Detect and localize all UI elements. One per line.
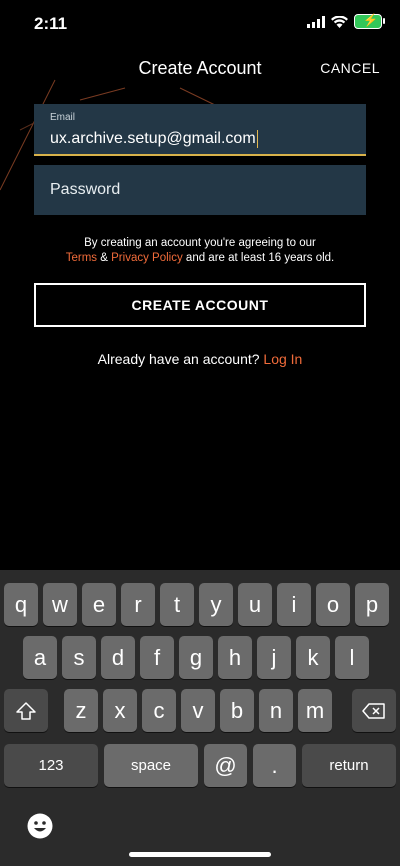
key-v[interactable]: v	[181, 689, 215, 732]
key-t[interactable]: t	[160, 583, 194, 626]
key-k[interactable]: k	[296, 636, 330, 679]
key-u[interactable]: u	[238, 583, 272, 626]
backspace-icon	[362, 702, 385, 719]
email-value-text: ux.archive.setup@gmail.com	[50, 130, 256, 148]
at-key[interactable]: @	[204, 744, 247, 787]
key-l[interactable]: l	[335, 636, 369, 679]
key-e[interactable]: e	[82, 583, 116, 626]
key-b[interactable]: b	[220, 689, 254, 732]
key-z[interactable]: z	[64, 689, 98, 732]
home-indicator[interactable]	[129, 852, 271, 857]
shift-key[interactable]	[4, 689, 48, 732]
key-c[interactable]: c	[142, 689, 176, 732]
space-key[interactable]: space	[104, 744, 198, 787]
key-r[interactable]: r	[121, 583, 155, 626]
email-field[interactable]: Email ux.archive.setup@gmail.com	[34, 104, 366, 156]
key-f[interactable]: f	[140, 636, 174, 679]
return-key[interactable]: return	[302, 744, 396, 787]
key-a[interactable]: a	[23, 636, 57, 679]
login-prompt: Already have an account? Log In	[0, 351, 400, 367]
status-bar: 2:11 ⚡	[0, 0, 400, 44]
key-x[interactable]: x	[103, 689, 137, 732]
log-in-link[interactable]: Log In	[263, 351, 302, 367]
terms-line-2-rest: and are at least 16 years old.	[185, 252, 335, 264]
emoji-button[interactable]	[26, 812, 54, 840]
numbers-key[interactable]: 123	[4, 744, 98, 787]
key-w[interactable]: w	[43, 583, 77, 626]
login-prompt-text: Already have an account?	[97, 351, 260, 367]
text-cursor	[256, 130, 259, 148]
key-m[interactable]: m	[298, 689, 332, 732]
wifi-icon	[331, 15, 348, 28]
privacy-policy-link[interactable]: Privacy Policy	[111, 252, 183, 264]
terms-ampersand: &	[100, 252, 108, 264]
cancel-button[interactable]: CANCEL	[320, 60, 380, 76]
shift-icon	[16, 701, 36, 720]
signal-icon	[307, 15, 325, 28]
status-icons: ⚡	[307, 13, 385, 29]
password-field[interactable]: Password	[34, 165, 366, 215]
email-label: Email	[50, 112, 76, 123]
key-y[interactable]: y	[199, 583, 233, 626]
key-o[interactable]: o	[316, 583, 350, 626]
key-g[interactable]: g	[179, 636, 213, 679]
delete-key[interactable]	[352, 689, 396, 732]
key-n[interactable]: n	[259, 689, 293, 732]
key-s[interactable]: s	[62, 636, 96, 679]
terms-link[interactable]: Terms	[66, 252, 97, 264]
email-input[interactable]: ux.archive.setup@gmail.com	[50, 130, 259, 148]
terms-text: By creating an account you're agreeing t…	[30, 236, 370, 266]
battery-icon: ⚡	[354, 13, 385, 29]
key-p[interactable]: p	[355, 583, 389, 626]
key-h[interactable]: h	[218, 636, 252, 679]
terms-line-2: Terms & Privacy Policy and are at least …	[30, 251, 370, 266]
password-placeholder: Password	[50, 181, 121, 198]
key-d[interactable]: d	[101, 636, 135, 679]
create-account-button[interactable]: CREATE ACCOUNT	[34, 283, 366, 327]
terms-line-1: By creating an account you're agreeing t…	[84, 237, 316, 249]
status-time: 2:11	[34, 14, 68, 33]
keyboard: q w e r t y u i o p a s d f g h j k l z …	[0, 570, 400, 866]
emoji-icon	[27, 813, 53, 839]
nav-header: Create Account CANCEL	[0, 52, 400, 86]
dot-key[interactable]: .	[253, 744, 296, 787]
key-j[interactable]: j	[257, 636, 291, 679]
key-q[interactable]: q	[4, 583, 38, 626]
key-i[interactable]: i	[277, 583, 311, 626]
